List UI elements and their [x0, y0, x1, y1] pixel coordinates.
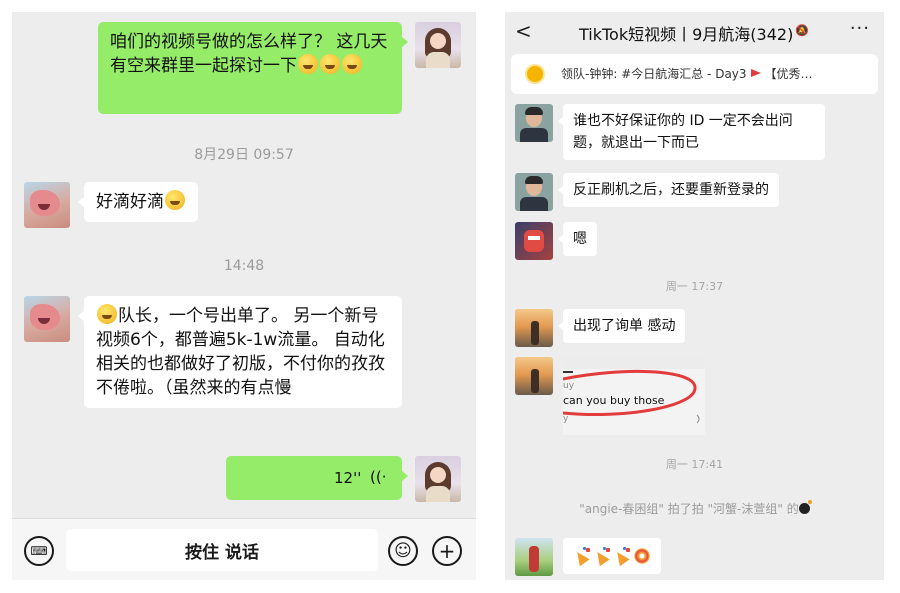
keyboard-icon[interactable]: ⌨: [24, 536, 54, 566]
sun-icon: [527, 66, 543, 82]
message-bubble-incoming[interactable]: [563, 538, 661, 574]
contact-avatar[interactable]: [515, 222, 553, 260]
contact-avatar[interactable]: [515, 309, 553, 347]
party-popper-icon: [592, 547, 611, 567]
pinned-notice[interactable]: 领队-钟钟: #今日航海汇总 - Day3 【优秀…: [511, 54, 878, 94]
message-bubble-outgoing[interactable]: 咱们的视频号做的怎么样了？ 这几天有空来群里一起探讨一下: [98, 22, 408, 114]
message-bubble-incoming[interactable]: 好滴好滴: [78, 182, 198, 222]
laughing-emoji-icon: [97, 304, 117, 324]
contact-avatar[interactable]: [24, 296, 70, 342]
red-circle-annotation: [563, 369, 700, 424]
emoji-icon: [165, 190, 185, 210]
voice-message-bubble[interactable]: 12'' ((·: [226, 456, 408, 500]
system-text: "angie-春困组" 拍了拍 "河蟹-沫萱组" 的: [579, 502, 799, 516]
more-options-icon[interactable]: ···: [850, 18, 870, 39]
emoji-icon[interactable]: ☺: [388, 536, 418, 566]
my-avatar[interactable]: [415, 456, 461, 502]
emoji-icon: [298, 54, 318, 74]
message-text: 好滴好滴: [96, 192, 164, 212]
message-text: 嗯: [573, 231, 587, 247]
message-text: 出现了询单 感动: [573, 318, 676, 334]
pat-system-message: "angie-春困组" 拍了拍 "河蟹-沫萱组" 的: [505, 500, 884, 517]
my-avatar[interactable]: [415, 22, 461, 68]
notice-text: 领队-钟钟: #今日航海汇总 - Day3: [561, 67, 747, 81]
message-bubble-incoming[interactable]: 嗯: [558, 222, 597, 256]
timestamp: 周一 17:37: [665, 280, 724, 293]
timestamp: 周一 17:41: [665, 458, 724, 471]
contact-avatar[interactable]: [515, 173, 553, 211]
message-text: 反正刷机之后，还要重新登录的: [573, 182, 769, 198]
input-bar: ⌨ 按住 说话 ☺ +: [12, 518, 476, 580]
hold-to-talk-button[interactable]: 按住 说话: [66, 529, 378, 571]
message-text: 队长，一个号出单了。 另一个新号视频6个，都普遍5k-1w流量。 自动化相关的也…: [96, 306, 385, 398]
contact-avatar[interactable]: [515, 104, 553, 142]
contact-avatar[interactable]: [24, 182, 70, 228]
message-bubble-incoming[interactable]: 出现了询单 感动: [557, 309, 686, 343]
mute-bell-icon: 🔕: [795, 24, 809, 37]
timestamp: 8月29日 09:57: [194, 147, 294, 163]
group-title: TikTok短视频丨9月航海(342): [579, 25, 794, 44]
timestamp: 14:48: [223, 258, 265, 274]
left-chat-window: 咱们的视频号做的怎么样了？ 这几天有空来群里一起探讨一下 8月29日 09:57…: [12, 12, 476, 580]
plus-icon[interactable]: +: [432, 536, 462, 566]
flag-icon: [750, 69, 761, 77]
chat-header: < TikTok短视频丨9月航海(342) 🔕 ···: [505, 12, 884, 52]
party-popper-icon: [612, 547, 631, 567]
message-bubble-incoming[interactable]: 谁也不好保证你的 ID 一定不会出问题，就退出一下而已: [558, 104, 825, 160]
right-chat-window: < TikTok短视频丨9月航海(342) 🔕 ··· 领队-钟钟: #今日航海…: [505, 12, 884, 580]
voice-duration: 12'': [334, 469, 362, 487]
emoji-icon: [320, 54, 340, 74]
bomb-icon: [798, 500, 812, 514]
back-icon[interactable]: <: [515, 19, 532, 43]
contact-avatar[interactable]: [515, 538, 553, 576]
firework-icon: [633, 547, 651, 565]
page: 咱们的视频号做的怎么样了？ 这几天有空来群里一起探讨一下 8月29日 09:57…: [0, 0, 900, 593]
image-message[interactable]: uy can you buy those y: [563, 357, 705, 435]
message-bubble-incoming[interactable]: 队长，一个号出单了。 另一个新号视频6个，都普遍5k-1w流量。 自动化相关的也…: [78, 296, 402, 408]
message-text: 谁也不好保证你的 ID 一定不会出问题，就退出一下而已: [573, 113, 793, 151]
notice-text-tail: 【优秀…: [764, 67, 813, 81]
contact-avatar[interactable]: [515, 357, 553, 395]
emoji-icon: [342, 54, 362, 74]
party-popper-icon: [572, 547, 591, 567]
message-bubble-incoming[interactable]: 反正刷机之后，还要重新登录的: [558, 173, 779, 207]
voice-wave-icon: ((·: [370, 468, 387, 486]
